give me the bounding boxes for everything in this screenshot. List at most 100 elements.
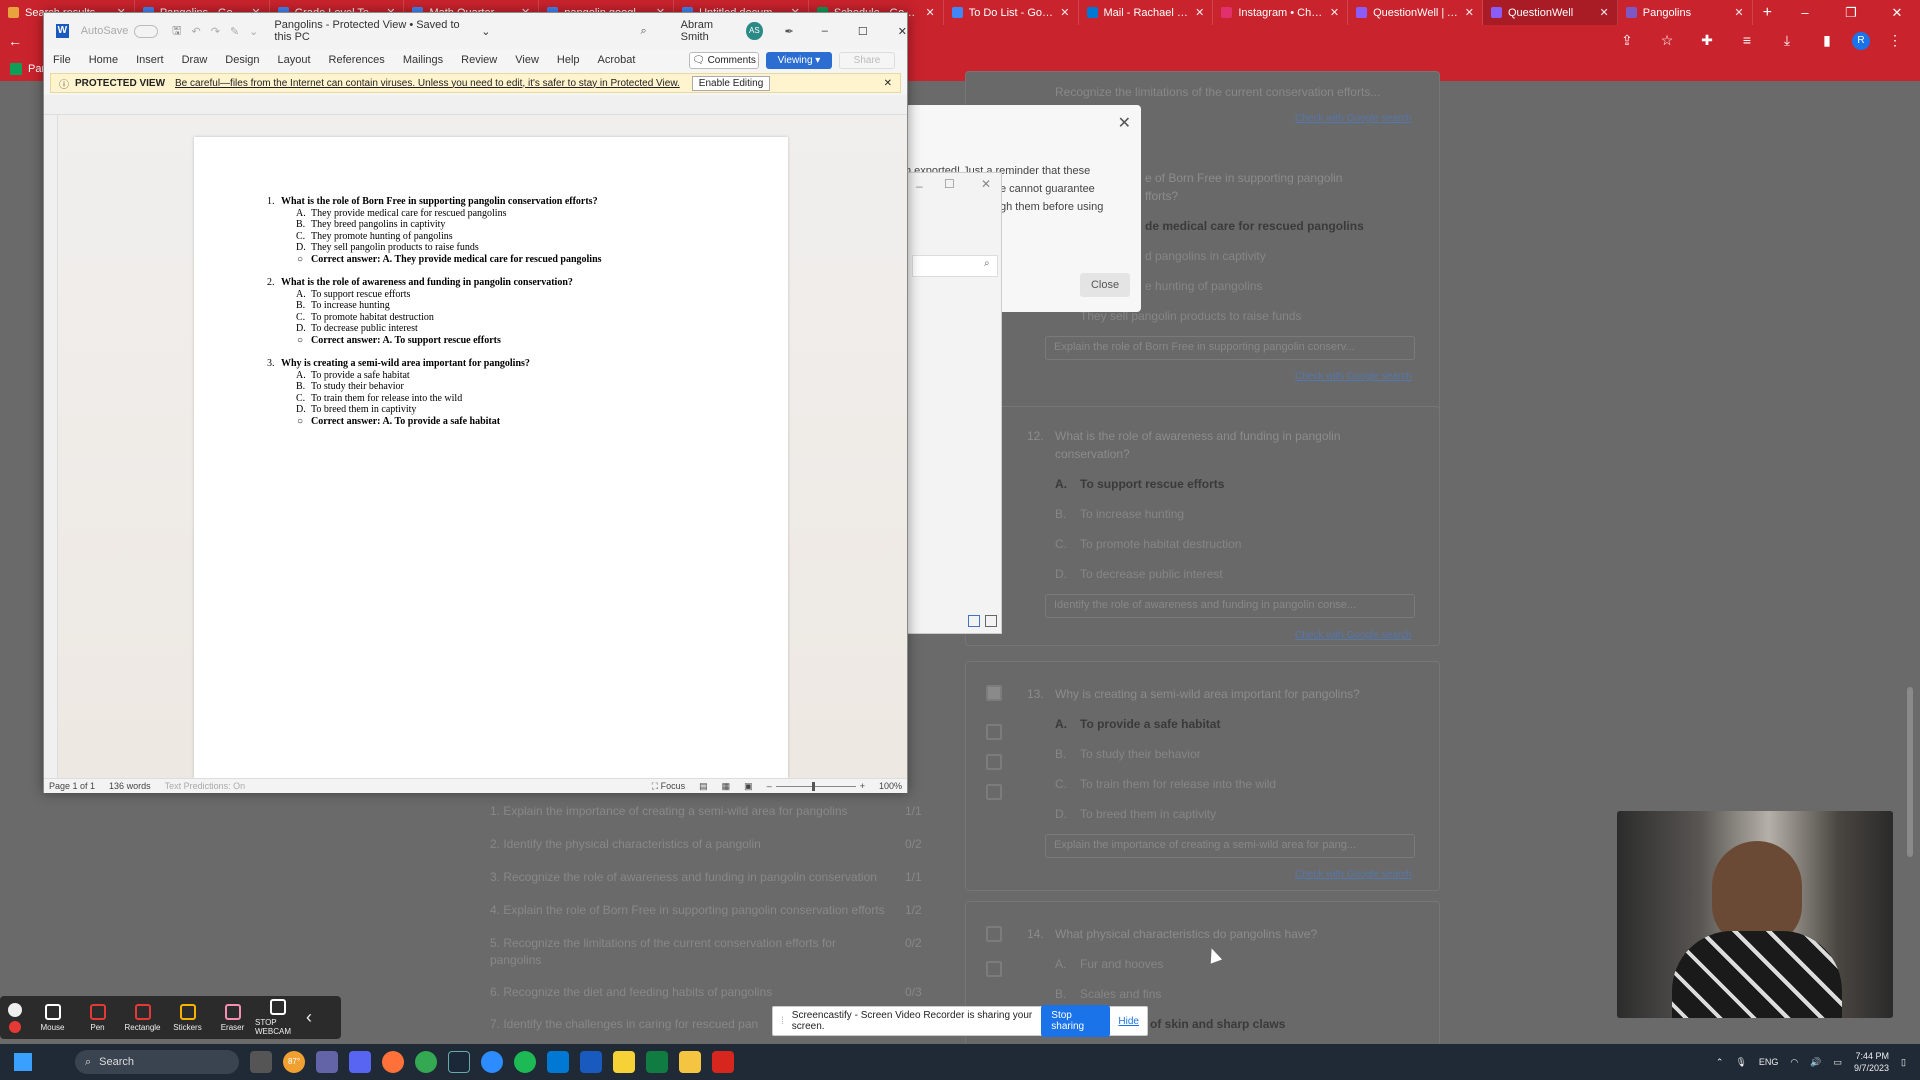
collapse-icon[interactable]: ‹ — [306, 1007, 312, 1028]
ribbon-tab-file[interactable]: File — [44, 54, 80, 66]
microphone-icon[interactable]: 🎙 — [1735, 1057, 1746, 1068]
ribbon-tab-review[interactable]: Review — [452, 54, 506, 66]
focus-button[interactable]: ⛶ Focus — [652, 781, 685, 792]
chrome-icon[interactable] — [415, 1051, 437, 1073]
q11-objective-input[interactable]: Explain the role of Born Free in support… — [1045, 336, 1415, 360]
battery-icon[interactable]: ▭ — [1833, 1057, 1842, 1068]
close-icon[interactable]: ✕ — [1874, 5, 1920, 21]
autosave-toggle[interactable] — [134, 24, 159, 38]
tab-close-icon[interactable]: ✕ — [1330, 6, 1339, 19]
word-icon[interactable] — [580, 1051, 602, 1073]
ribbon-tab-design[interactable]: Design — [216, 54, 268, 66]
volume-icon[interactable]: 🔊 — [1810, 1057, 1821, 1068]
close-button[interactable]: Close — [1080, 273, 1130, 297]
ribbon-tab-layout[interactable]: Layout — [269, 54, 320, 66]
zoom-icon[interactable] — [481, 1051, 503, 1073]
ribbon-tab-insert[interactable]: Insert — [127, 54, 173, 66]
share-button[interactable]: Share — [839, 52, 895, 69]
teams-icon[interactable] — [316, 1051, 338, 1073]
search-icon[interactable]: ⌕ — [640, 25, 646, 38]
checkbox-icon[interactable] — [986, 685, 1002, 701]
file-explorer-icon[interactable] — [679, 1051, 701, 1073]
close-icon[interactable]: ✕ — [884, 78, 892, 89]
new-tab-icon[interactable]: + — [1753, 4, 1782, 22]
chevron-up-icon[interactable]: ⌃ — [1716, 1057, 1724, 1068]
q12-objective-input[interactable]: Identify the role of awareness and fundi… — [1045, 594, 1415, 618]
tab-close-icon[interactable]: ✕ — [1734, 6, 1743, 19]
view-web-icon[interactable] — [985, 615, 997, 627]
print-layout-icon[interactable]: ▦ — [722, 781, 731, 792]
objective-item[interactable]: 5. Recognize the limitations of the curr… — [490, 936, 836, 950]
close-icon[interactable]: ✕ — [898, 25, 907, 38]
comments-button[interactable]: 🗨 Comments — [689, 52, 759, 69]
maximize-icon[interactable]: ☐ — [944, 177, 955, 191]
bookmark-star-icon[interactable]: ☆ — [1652, 32, 1682, 50]
recorder-tool-mouse[interactable]: Mouse — [30, 1003, 75, 1032]
ribbon-tab-help[interactable]: Help — [548, 54, 589, 66]
tab-close-icon[interactable]: ✕ — [1195, 6, 1204, 19]
tab-close-icon[interactable]: ✕ — [1060, 6, 1069, 19]
wifi-icon[interactable]: ◠ — [1790, 1057, 1798, 1068]
text-predictions[interactable]: Text Predictions: On — [165, 781, 246, 791]
chrome-tab[interactable]: Instagram • Chats ✕ — [1213, 0, 1349, 25]
objective-item[interactable]: 1. Explain the importance of creating a … — [490, 804, 848, 818]
recorder-tool-stickers[interactable]: Stickers — [165, 1003, 210, 1032]
tab-close-icon[interactable]: ✕ — [1600, 6, 1609, 19]
google-search-link[interactable]: Check with Google search — [1295, 113, 1412, 124]
close-icon[interactable]: ✕ — [1118, 113, 1131, 133]
clock[interactable]: 7:44 PM 9/7/2023 — [1854, 1050, 1889, 1074]
bookmark-sheets-icon[interactable] — [10, 63, 22, 75]
tab-close-icon[interactable]: ✕ — [925, 6, 934, 19]
zoom-slider[interactable]: – + — [767, 781, 865, 791]
banner-text[interactable]: Be careful—files from the Internet can c… — [175, 78, 680, 89]
weather-icon[interactable]: 87° — [283, 1051, 305, 1073]
extensions-icon[interactable]: ✚ — [1692, 32, 1722, 50]
objective-item[interactable]: 4. Explain the role of Born Free in supp… — [490, 903, 885, 917]
copy-icon[interactable] — [986, 724, 1002, 740]
chrome-tab[interactable]: To Do List - Google ✕ — [944, 0, 1079, 25]
recorder-tool-rectangle[interactable]: Rectangle — [120, 1003, 165, 1032]
google-search-link[interactable]: Check with Google search — [1295, 869, 1412, 880]
doc-title[interactable]: Pangolins - Protected View • Saved to th… — [274, 19, 477, 43]
language-indicator[interactable]: ENG — [1759, 1057, 1779, 1067]
q13-objective-input[interactable]: Explain the importance of creating a sem… — [1045, 834, 1415, 858]
tab-close-icon[interactable]: ✕ — [1465, 6, 1474, 19]
redo-icon[interactable]: ↷ — [211, 25, 220, 38]
objective-item[interactable]: 2. Identify the physical characteristics… — [490, 837, 761, 851]
maximize-icon[interactable]: ☐ — [858, 25, 868, 38]
chrome-tab[interactable]: QuestionWell ✕ — [1482, 0, 1618, 25]
excel-icon[interactable] — [646, 1051, 668, 1073]
sidebar-icon[interactable]: ▮ — [1812, 32, 1842, 50]
windows-start-icon[interactable] — [14, 1053, 32, 1071]
ribbon-tab-references[interactable]: References — [320, 54, 394, 66]
google-search-link[interactable]: Check with Google search — [1295, 630, 1412, 641]
customize-icon[interactable]: ⌄ — [249, 25, 258, 38]
stop-recording-icon[interactable] — [9, 1020, 21, 1033]
notification-icon[interactable]: ▯ — [1901, 1057, 1906, 1068]
close-icon[interactable]: ✕ — [981, 177, 991, 191]
profile-avatar[interactable]: R — [1852, 32, 1870, 50]
chrome-tab[interactable]: Mail - Rachael Horne ✕ — [1079, 0, 1214, 25]
enable-editing-button[interactable]: Enable Editing — [691, 75, 771, 91]
zoom-level[interactable]: 100% — [879, 781, 902, 791]
menu-dots-icon[interactable]: ⋮ — [1880, 32, 1910, 50]
add-icon[interactable] — [986, 926, 1002, 942]
recorder-tool-pen[interactable]: Pen — [75, 1003, 120, 1032]
minimize-icon[interactable]: – — [916, 179, 923, 193]
taskbar-search[interactable]: ⌕ Search — [75, 1050, 239, 1074]
web-layout-icon[interactable]: ▣ — [744, 781, 753, 792]
copy-icon[interactable] — [986, 961, 1002, 977]
drag-handle-icon[interactable]: ⁞ — [781, 1016, 784, 1027]
back-icon[interactable]: ← — [0, 33, 30, 49]
task-view-icon[interactable] — [250, 1051, 272, 1073]
scrollbar[interactable] — [1907, 687, 1913, 857]
steam-icon[interactable] — [448, 1051, 470, 1073]
reading-list-icon[interactable]: ≡ — [1732, 32, 1762, 50]
outlook-icon[interactable] — [547, 1051, 569, 1073]
share-page-icon[interactable]: ⇪ — [1612, 32, 1642, 50]
chrome-tab[interactable]: QuestionWell | AI for ✕ — [1348, 0, 1483, 25]
google-search-link[interactable]: Check with Google search — [1295, 371, 1412, 382]
minimize-icon[interactable]: – — [1782, 5, 1828, 21]
objective-item[interactable]: 6. Recognize the diet and feeding habits… — [490, 985, 772, 999]
hide-link[interactable]: Hide — [1118, 1016, 1139, 1027]
